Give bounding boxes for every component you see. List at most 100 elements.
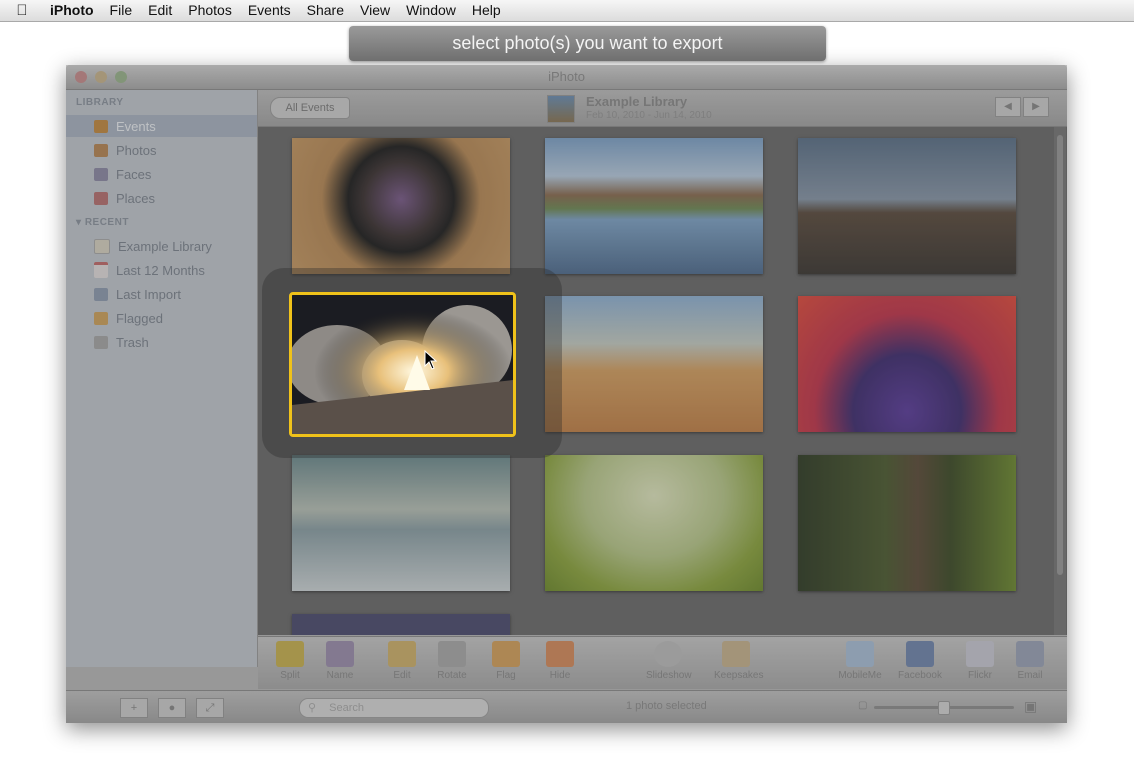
toolbar-label: Keepsakes: [714, 670, 764, 681]
menu-file[interactable]: File: [102, 0, 141, 21]
recent-header: ▾ RECENT: [76, 217, 129, 228]
flickr-icon: [966, 641, 994, 667]
sidebar-item-label: Photos: [116, 142, 157, 158]
flickr-button[interactable]: Flickr: [958, 641, 1002, 681]
sidebar-item-flagged[interactable]: Flagged: [66, 307, 257, 329]
snowy-landscape-photo[interactable]: [292, 455, 510, 591]
scrollbar-thumb[interactable]: [1057, 135, 1063, 575]
instruction-banner: select photo(s) you want to export: [349, 26, 826, 61]
hide-icon: [546, 641, 574, 667]
search-field[interactable]: ⚲ Search: [299, 698, 489, 718]
facebook-button[interactable]: Facebook: [898, 641, 942, 681]
add-button[interactable]: +: [120, 698, 148, 718]
zoom-large-icon: ▣: [1024, 698, 1038, 714]
toolbar-label: Facebook: [898, 670, 942, 681]
sidebar-item-trash[interactable]: Trash: [66, 331, 257, 353]
menu-help[interactable]: Help: [464, 0, 509, 21]
sidebar-item-label: Last Import: [116, 286, 182, 302]
toolbar-label: Edit: [393, 670, 411, 681]
import-icon: [94, 287, 108, 301]
sidebar-item-places[interactable]: Places: [66, 187, 257, 209]
sidebar-item-last-12-months[interactable]: Last 12 Months: [66, 259, 257, 281]
recent-header-label: RECENT: [84, 217, 129, 228]
edit-button[interactable]: Edit: [380, 641, 424, 681]
sidebar-item-label: Faces: [116, 166, 152, 182]
rotate-icon: [438, 641, 466, 667]
search-placeholder: Search: [329, 702, 364, 714]
lake-reflection-photo[interactable]: [545, 138, 763, 274]
menu-view[interactable]: View: [352, 0, 398, 21]
sidebar-item-label: Trash: [116, 334, 149, 350]
menu-window[interactable]: Window: [398, 0, 464, 21]
name-button[interactable]: Name: [318, 641, 362, 681]
calendar-icon: [94, 262, 108, 278]
partial-photo[interactable]: [292, 614, 510, 635]
facebook-icon: [906, 641, 934, 667]
rotate-button[interactable]: Rotate: [430, 641, 474, 681]
mobileme-button[interactable]: MobileMe: [838, 641, 882, 681]
split-icon: [276, 641, 304, 667]
selection-status: 1 photo selected: [626, 700, 707, 712]
fullscreen-button[interactable]: ⤢: [196, 698, 224, 718]
menu-events[interactable]: Events: [240, 0, 299, 21]
dragonfly-leaf-photo[interactable]: [545, 455, 763, 591]
flag-icon: [492, 641, 520, 667]
sidebar-item-label: Flagged: [116, 310, 163, 326]
email-button[interactable]: Email: [1008, 641, 1052, 681]
keepsakes-icon: [722, 641, 750, 667]
library-dates: Feb 10, 2010 - Jun 14, 2010: [586, 110, 712, 121]
sidebar-item-faces[interactable]: Faces: [66, 163, 257, 185]
menu-bar:  iPhoto File Edit Photos Events Share V…: [0, 0, 1134, 22]
all-events-button[interactable]: All Events: [270, 97, 350, 119]
library-name: Example Library: [586, 94, 688, 109]
menu-edit[interactable]: Edit: [140, 0, 180, 21]
desert-dunes-photo[interactable]: [545, 296, 763, 432]
toolbar-label: Email: [1017, 670, 1043, 681]
zoom-small-icon: ▢: [858, 700, 868, 711]
slideshow-button[interactable]: Slideshow: [646, 641, 692, 681]
apple-menu-icon[interactable]: : [0, 2, 44, 19]
toolbar-label: Split: [280, 670, 300, 681]
library-header: LIBRARY: [76, 97, 124, 108]
toolbar-label: Name: [326, 670, 354, 681]
menu-app-name[interactable]: iPhoto: [44, 0, 102, 21]
slideshow-icon: [654, 641, 682, 667]
sidebar-item-label: Events: [116, 118, 156, 134]
rocket-launch-photo[interactable]: [289, 292, 516, 437]
bottom-toolbar: Split Name Edit Rotate Flag Hide Slidesh…: [258, 636, 1067, 689]
toolbar-label: MobileMe: [838, 670, 882, 681]
sidebar-item-label: Example Library: [118, 238, 212, 254]
menu-photos[interactable]: Photos: [180, 0, 240, 21]
split-button[interactable]: Split: [268, 641, 312, 681]
forest-tree-photo[interactable]: [798, 455, 1016, 591]
next-event-button[interactable]: ▶: [1023, 97, 1049, 117]
previous-event-button[interactable]: ◀: [995, 97, 1021, 117]
sidebar-item-example-library[interactable]: Example Library: [66, 235, 257, 257]
purple-flower-photo[interactable]: [798, 296, 1016, 432]
faces-icon: [94, 167, 108, 181]
flag-button[interactable]: Flag: [484, 641, 528, 681]
toolbar-label: Rotate: [437, 670, 467, 681]
places-icon: [94, 191, 108, 205]
name-icon: [326, 641, 354, 667]
library-icon: [94, 238, 110, 254]
sidebar-item-last-import[interactable]: Last Import: [66, 283, 257, 305]
keepsakes-button[interactable]: Keepsakes: [714, 641, 764, 681]
vertical-scrollbar[interactable]: [1054, 127, 1066, 635]
events-icon: [94, 119, 108, 133]
pier-lights-photo[interactable]: [798, 138, 1016, 274]
sidebar-item-events[interactable]: Events: [66, 115, 257, 137]
sidebar-item-photos[interactable]: Photos: [66, 139, 257, 161]
source-list-sidebar: LIBRARY Events Photos Faces Places ▾ REC…: [66, 90, 258, 667]
hide-button[interactable]: Hide: [538, 641, 582, 681]
camera-lens-photo[interactable]: [292, 138, 510, 274]
info-button[interactable]: ●: [158, 698, 186, 718]
toolbar-label: Flickr: [968, 670, 992, 681]
bottom-bar: + ● ⤢ ⚲ Search 1 photo selected ▢ ▣: [66, 690, 1067, 723]
mobileme-icon: [846, 641, 874, 667]
event-header: All Events Example Library Feb 10, 2010 …: [258, 90, 1067, 127]
zoom-slider-knob[interactable]: [938, 701, 950, 715]
toolbar-label: Slideshow: [646, 670, 692, 681]
flag-icon: [94, 311, 108, 325]
menu-share[interactable]: Share: [299, 0, 352, 21]
